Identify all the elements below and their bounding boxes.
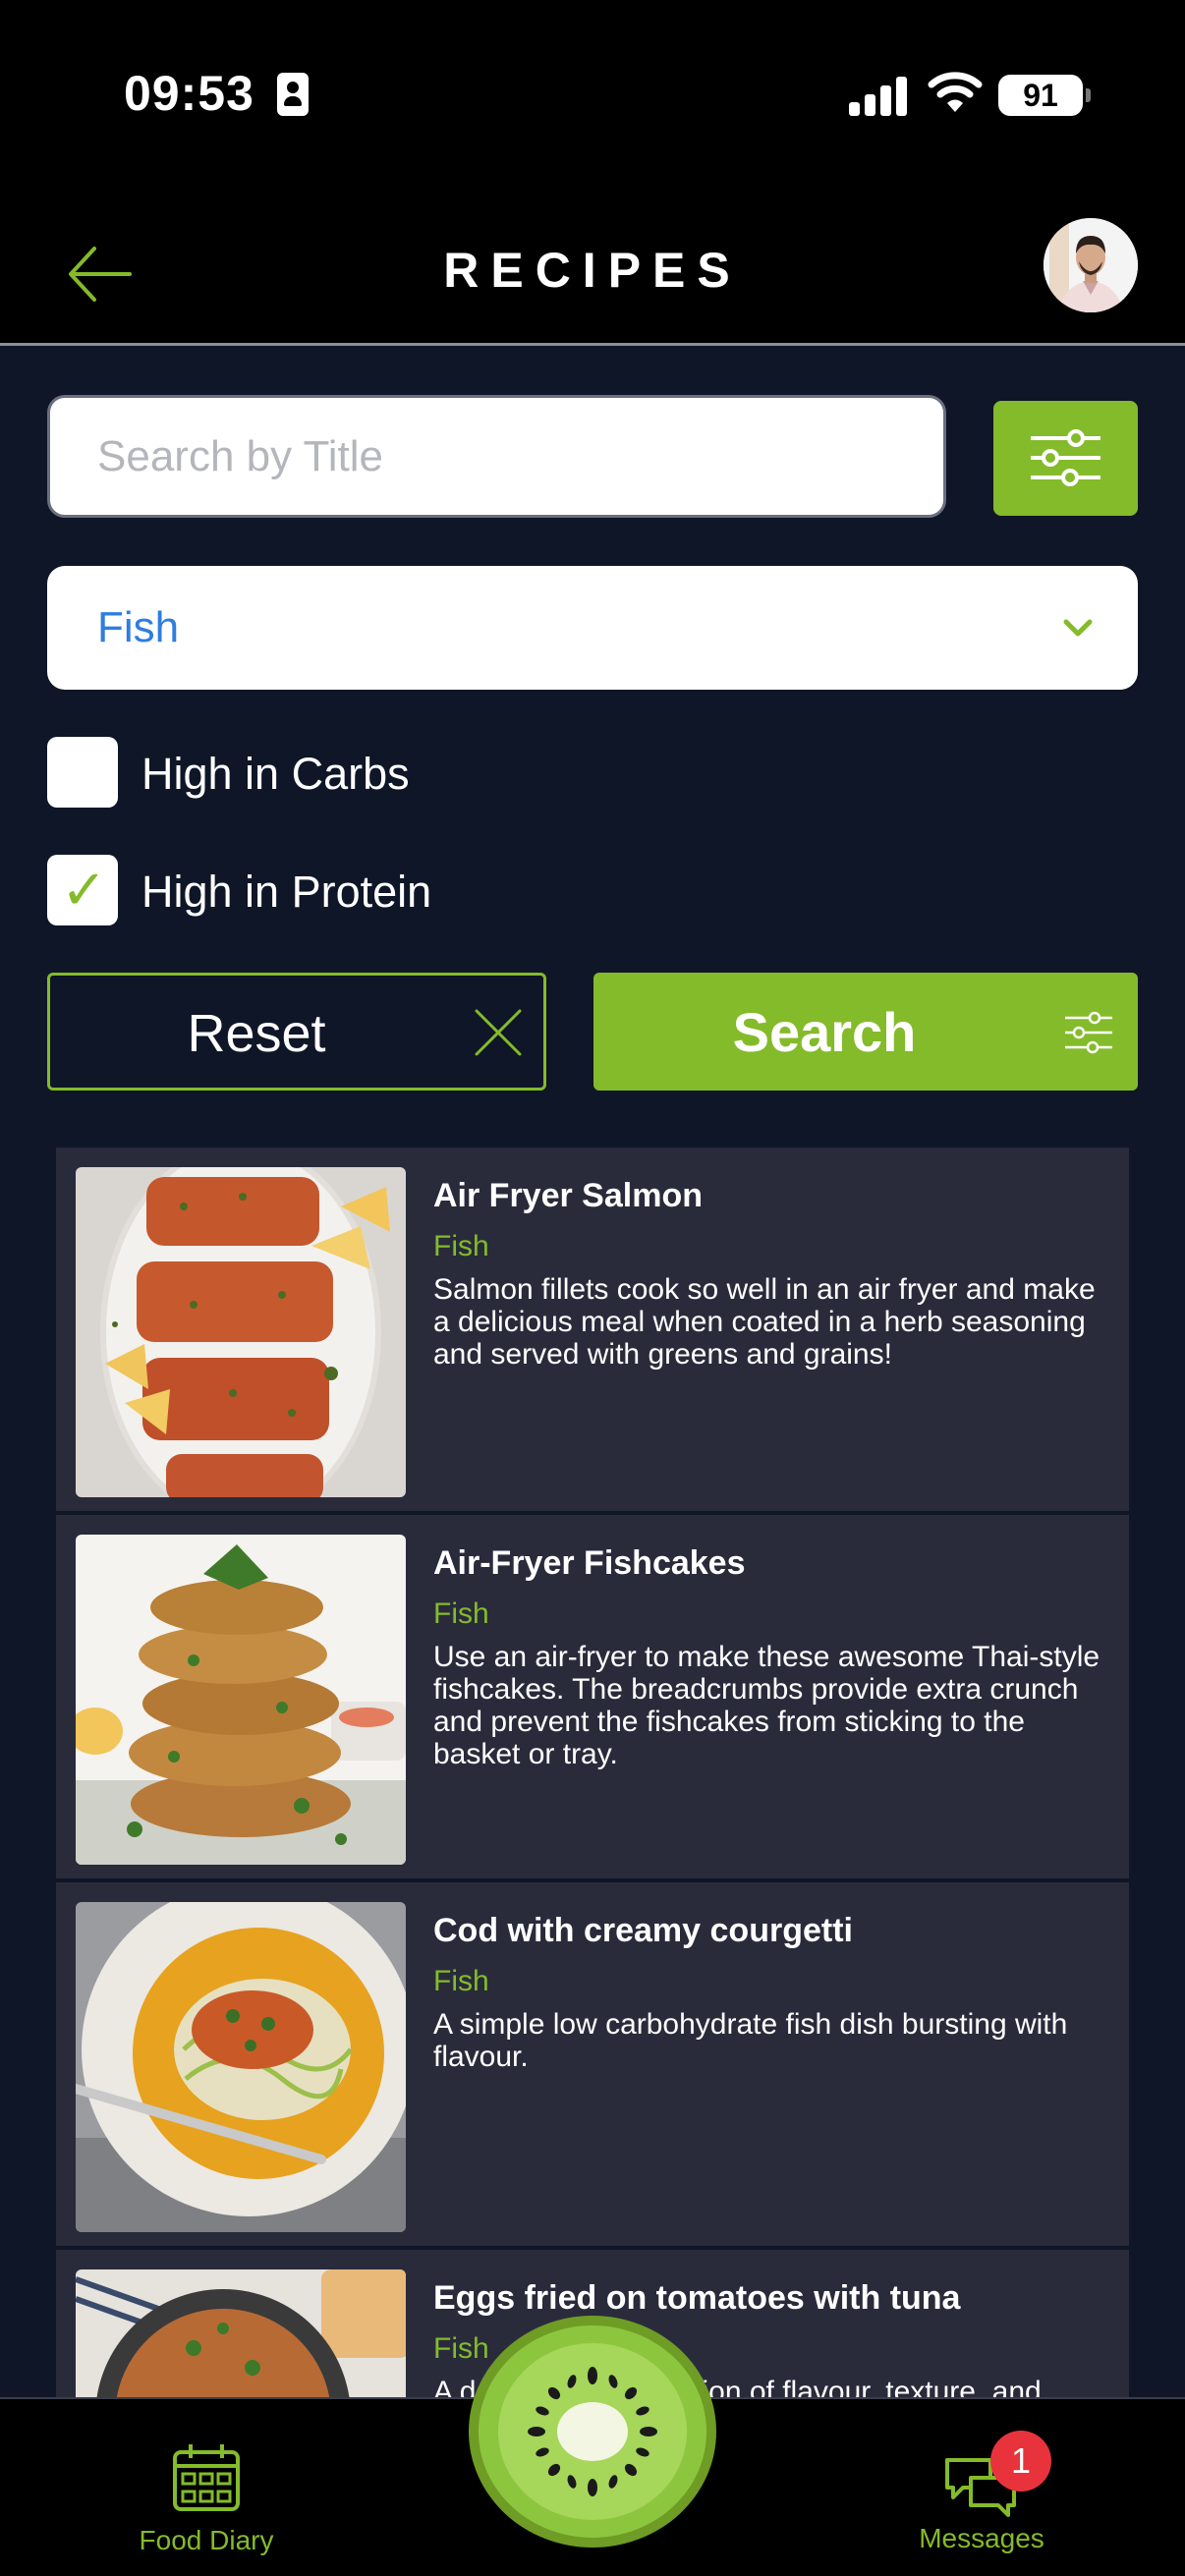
recipe-title: Eggs fried on tomatoes with tuna: [433, 2279, 961, 2317]
close-icon: [475, 1009, 522, 1056]
recipe-description: Use an air-fryer to make these awesome T…: [433, 1641, 1100, 1770]
search-button-label: Search: [732, 1001, 917, 1063]
app-header: RECIPES: [0, 196, 1185, 346]
recipe-image: [76, 1902, 406, 2232]
checkbox-high-in-carbs[interactable]: [47, 737, 118, 808]
recipe-title: Air Fryer Salmon: [433, 1177, 703, 1214]
status-time: 09:53: [124, 66, 254, 121]
calendar-icon: [173, 2444, 240, 2511]
recipe-card[interactable]: Cod with creamy courgetti Fish A simple …: [56, 1882, 1129, 2246]
nav-item-food-diary[interactable]: Food Diary: [118, 2438, 295, 2556]
recipe-image: [76, 1167, 406, 1497]
reset-button-label: Reset: [187, 1004, 326, 1063]
sliders-icon: [1031, 429, 1100, 486]
category-selected-value: Fish: [97, 603, 180, 651]
recipe-description: Salmon fillets cook so well in an air fr…: [433, 1273, 1096, 1371]
profile-photo: [1044, 218, 1138, 312]
wifi-icon: [928, 72, 983, 112]
contact-card-icon: [277, 73, 309, 116]
recipe-title: Cod with creamy courgetti: [433, 1912, 853, 1949]
checkmark-icon: ✓: [61, 859, 107, 921]
avatar[interactable]: [1044, 218, 1138, 312]
page-title: RECIPES: [443, 243, 742, 298]
messages-badge: 1: [990, 2431, 1051, 2492]
recipe-title: Air-Fryer Fishcakes: [433, 1544, 746, 1582]
recipe-category: Fish: [433, 1230, 489, 1262]
sliders-icon: [1065, 1011, 1112, 1054]
category-select[interactable]: Fish: [47, 566, 1138, 690]
status-bar: 09:53 91: [0, 0, 1185, 196]
recipe-image: [76, 1535, 406, 1865]
battery-indicator: 91: [998, 75, 1091, 116]
filter-toggle-button[interactable]: [993, 401, 1138, 516]
chevron-down-icon: [1063, 619, 1093, 637]
nav-item-messages[interactable]: 1 Messages: [898, 2431, 1065, 2556]
cellular-signal-icon: [849, 75, 908, 116]
checkbox-label-high-in-protein: High in Protein: [141, 867, 432, 917]
nav-label-messages: Messages: [919, 2523, 1044, 2553]
search-button[interactable]: Search: [593, 973, 1138, 1091]
nav-label-food-diary: Food Diary: [139, 2525, 274, 2555]
checkbox-label-high-in-carbs: High in Carbs: [141, 749, 410, 799]
recipe-description: A simple low carbohydrate fish dish burs…: [433, 2008, 1068, 2073]
recipe-category: Fish: [433, 1597, 489, 1630]
reset-button[interactable]: Reset: [47, 973, 546, 1091]
recipe-category: Fish: [433, 1965, 489, 1997]
recipe-card[interactable]: Air-Fryer Fishcakes Fish Use an air-frye…: [56, 1515, 1129, 1878]
recipe-card[interactable]: Air Fryer Salmon Fish Salmon fillets coo…: [56, 1148, 1129, 1511]
kiwi-home-icon[interactable]: [468, 2315, 717, 2548]
checkbox-high-in-protein[interactable]: ✓: [47, 855, 118, 925]
search-input[interactable]: [47, 395, 946, 518]
